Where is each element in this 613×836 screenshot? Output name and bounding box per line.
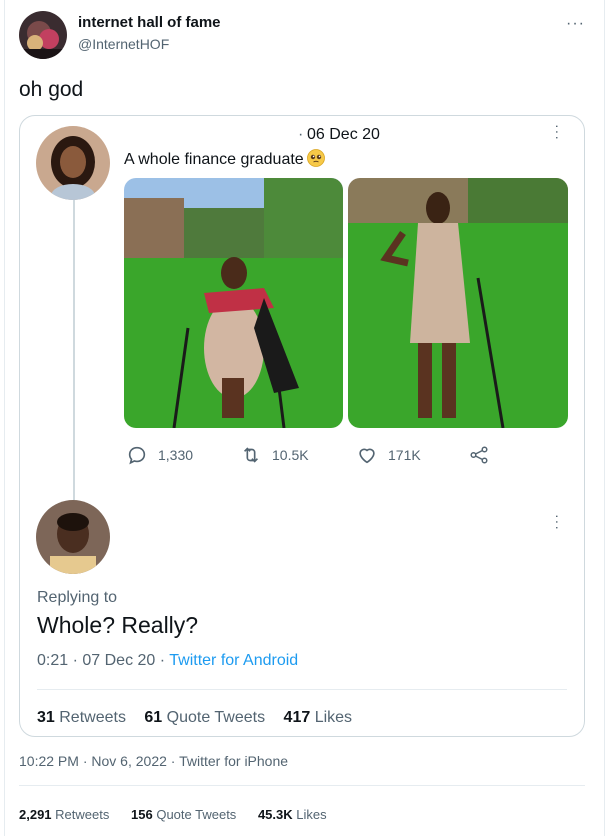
tweet-likes-label: Likes: [296, 807, 327, 822]
reply-likes-count: 417: [283, 709, 311, 726]
thread-line: [73, 200, 75, 500]
reply-date: 07 Dec 20: [82, 652, 156, 669]
retweet-icon: [243, 447, 259, 463]
share-icon: [470, 446, 488, 464]
reply-quotes-count: 61: [144, 709, 163, 726]
reply-action[interactable]: 1,330: [126, 444, 193, 466]
tweet-quotes-count: 156: [131, 807, 153, 822]
author-name[interactable]: internet hall of fame: [78, 14, 221, 31]
like-count: 171K: [388, 447, 421, 463]
reply-likes-label: Likes: [314, 709, 353, 726]
reply-retweets-count: 31: [37, 709, 55, 726]
reply-stats: 31 Retweets 61 Quote Tweets 417 Likes: [37, 709, 352, 727]
tweet-time[interactable]: 10:22 PM: [19, 753, 79, 769]
reply-time: 0:21: [37, 652, 69, 669]
retweet-count: 10.5K: [272, 447, 309, 463]
pleading-face-emoji: [306, 149, 325, 167]
share-action[interactable]: [468, 444, 490, 466]
quoted-text-label: A whole finance graduate: [124, 151, 304, 168]
quoted-text: A whole finance graduate: [124, 149, 325, 169]
tweet-likes[interactable]: 45.3K Likes: [258, 807, 327, 822]
tweet-meta: 10:22 PM · Nov 6, 2022 · Twitter for iPh…: [19, 753, 288, 769]
tweet-retweets[interactable]: 2,291 Retweets: [19, 807, 109, 822]
quoted-divider: [37, 689, 567, 690]
tweet-date[interactable]: Nov 6, 2022: [91, 753, 167, 769]
tweet-likes-count: 45.3K: [257, 807, 293, 822]
graduation-photo[interactable]: [124, 178, 343, 428]
reply-author-avatar: [36, 500, 110, 574]
author-avatar[interactable]: [19, 11, 67, 59]
date-separator: ·: [298, 126, 304, 143]
stats-divider-top: [19, 785, 585, 786]
tweet-retweets-label: Retweets: [55, 807, 110, 822]
tweet-quotes-label: Quote Tweets: [156, 807, 237, 822]
like-icon: [359, 448, 375, 464]
reply-icon: [128, 446, 146, 465]
tweet-retweets-count: 2,291: [19, 807, 52, 822]
tweet-text: oh god: [19, 78, 84, 101]
reply-retweets-label: Retweets: [59, 709, 126, 726]
reply-count: 1,330: [158, 447, 194, 463]
meta-separator: ·: [159, 652, 170, 669]
meta-separator: ·: [170, 753, 180, 769]
tweet-quotes[interactable]: 156 Quote Tweets: [131, 807, 236, 822]
reply-text: Whole? Really?: [37, 612, 199, 638]
author-handle[interactable]: @InternetHOF: [78, 36, 169, 52]
retweet-action[interactable]: 10.5K: [240, 444, 309, 466]
dress-photo[interactable]: [348, 178, 568, 428]
like-action[interactable]: 171K: [356, 444, 421, 466]
quoted-author-avatar: [36, 126, 110, 200]
reply-source: Twitter for Android: [169, 652, 299, 669]
tweet-source[interactable]: Twitter for iPhone: [179, 753, 288, 769]
meta-separator: ·: [72, 652, 83, 669]
quoted-more-icon: ···: [550, 124, 566, 141]
quoted-date: 06 Dec 20: [307, 126, 380, 143]
reply-more-icon: ···: [550, 514, 566, 531]
tweet-stats: 2,291 Retweets 156 Quote Tweets 45.3K Li…: [19, 807, 327, 822]
reply-meta: 0:21 · 07 Dec 20 · Twitter for Android: [37, 652, 298, 670]
replying-to-label: Replying to: [37, 589, 118, 606]
reply-quotes-label: Quote Tweets: [166, 709, 266, 726]
more-icon[interactable]: ···: [566, 16, 585, 32]
